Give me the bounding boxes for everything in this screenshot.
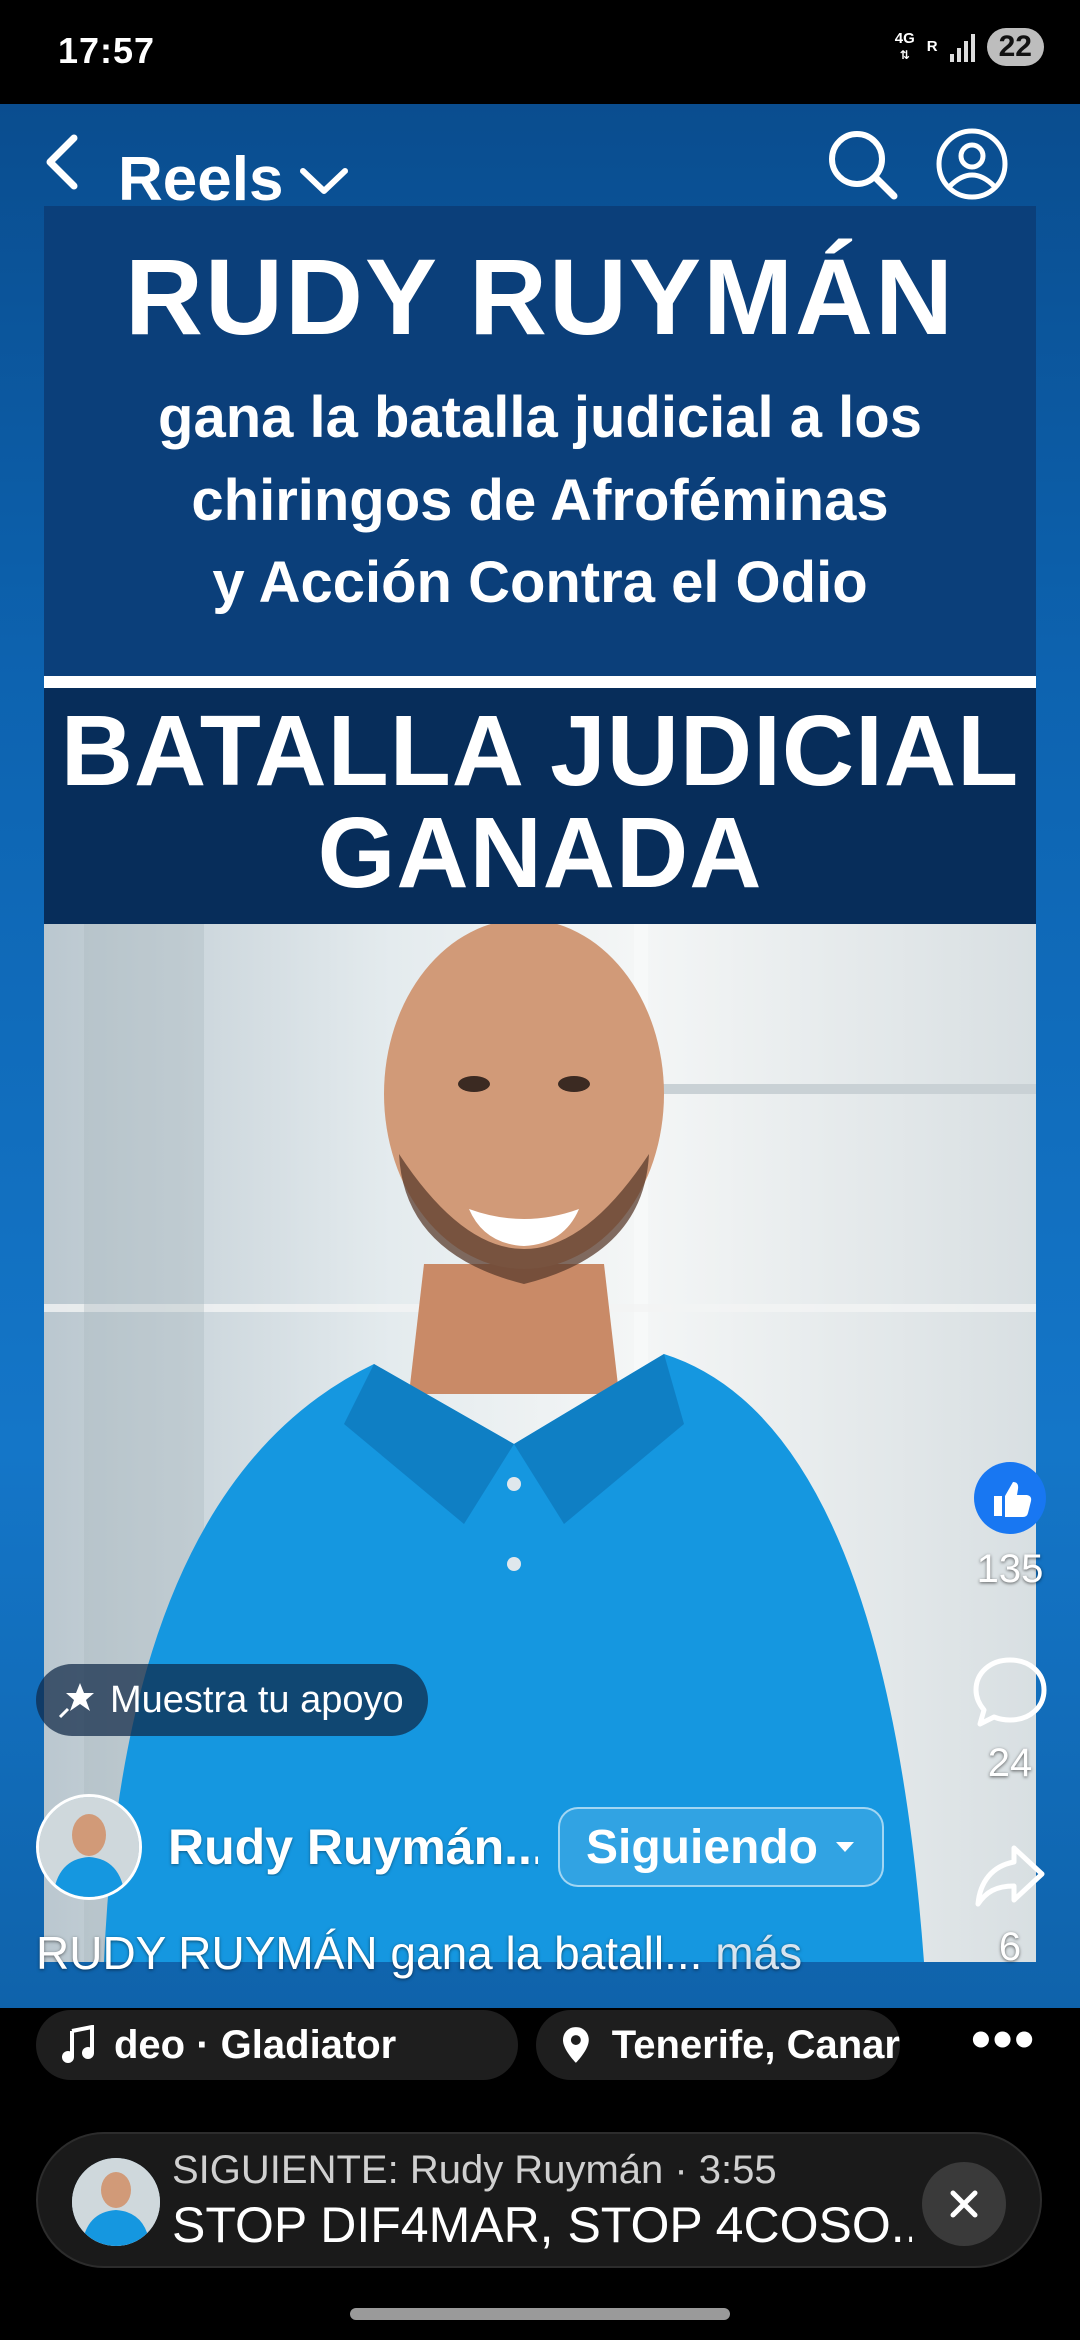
back-arrow-icon — [46, 134, 78, 190]
back-button[interactable] — [36, 126, 96, 196]
next-up-bar[interactable]: SIGUIENTE: Rudy Ruymán · 3:55 STOP DIF4M… — [36, 2132, 1042, 2268]
author-name[interactable]: Rudy Ruymán... — [168, 1818, 538, 1876]
next-title: STOP DIF4MAR, STOP 4COSO... — [172, 2197, 912, 2253]
reels-selector[interactable]: Reels — [118, 144, 351, 215]
poster-banner-line: GANADA — [317, 797, 763, 909]
network-type: 4G — [894, 30, 915, 47]
share-count: 6 — [998, 1925, 1022, 1969]
caption-more-link[interactable]: más — [715, 1927, 802, 1979]
status-indicators: 4G ⇅ R 22 — [895, 28, 1044, 66]
support-label: Muestra tu apoyo — [110, 1678, 404, 1721]
avatar-image — [39, 1797, 139, 1897]
next-label: SIGUIENTE: Rudy Ruymán · 3:55 — [172, 2148, 777, 2192]
share-action[interactable]: 6 — [960, 1838, 1060, 1970]
poster-title: RUDY RUYMÁN — [124, 236, 956, 357]
battery-badge: 22 — [986, 28, 1044, 66]
reels-top-bar: Reels — [0, 104, 1080, 224]
poster-banner-line: BATALLA JUDICIAL — [60, 695, 1020, 807]
profile-button[interactable] — [934, 126, 1010, 202]
poster-banner: BATALLA JUDICIAL GANADA — [44, 688, 1036, 924]
reel-viewer[interactable]: Reels RUDY RUYMÁN gana la batalla judici… — [0, 104, 1080, 2024]
search-icon — [829, 131, 898, 200]
chevron-down-icon — [300, 167, 349, 194]
comment-icon — [973, 1657, 1047, 1727]
home-indicator[interactable] — [350, 2308, 730, 2320]
next-avatar — [72, 2158, 160, 2246]
next-video-thumbnail — [72, 2158, 160, 2246]
like-icon — [974, 1462, 1046, 1534]
roaming-label: R — [926, 38, 938, 55]
poster-subtitle-line: y Acción Contra el Odio — [212, 550, 868, 616]
star-burst-icon — [58, 1683, 94, 1719]
status-time: 17:57 — [58, 30, 156, 71]
comment-action[interactable]: 24 — [960, 1654, 1060, 1786]
poster-subtitle: gana la batalla judicial a los chiringos… — [44, 377, 1036, 624]
close-button[interactable] — [922, 2162, 1006, 2246]
comment-count: 24 — [987, 1741, 1033, 1785]
following-button[interactable]: Siguiendo — [558, 1807, 884, 1887]
poster-divider — [44, 676, 1036, 688]
location-pill[interactable]: Tenerife, Canar — [536, 2010, 900, 2080]
audio-pill[interactable]: deo · Gladiator — [36, 2010, 518, 2080]
status-bar: 17:57 4G ⇅ R 22 — [0, 0, 1080, 104]
caption[interactable]: RUDY RUYMÁN gana la batall... más — [36, 1926, 802, 1980]
location-pin-icon — [562, 2027, 589, 2063]
following-label: Siguiendo — [586, 1820, 818, 1874]
more-options-icon[interactable]: ••• — [971, 2011, 1036, 2067]
like-action[interactable]: 135 — [960, 1460, 1060, 1592]
caption-text: RUDY RUYMÁN gana la batall... — [36, 1927, 703, 1979]
poster-subtitle-line: gana la batalla judicial a los — [158, 385, 922, 451]
support-button[interactable]: Muestra tu apoyo — [36, 1664, 428, 1736]
poster-subtitle-line: chiringos de Afroféminas — [191, 467, 889, 533]
caret-down-icon — [835, 1842, 854, 1852]
poster-header: RUDY RUYMÁN gana la batalla judicial a l… — [44, 206, 1036, 676]
reel-info-row: deo · Gladiator Tenerife, Canar ••• — [0, 2008, 1080, 2084]
roaming-indicator: R — [927, 39, 938, 55]
location-label: Tenerife, Canar — [611, 2022, 900, 2067]
audio-label: deo · Gladiator — [114, 2022, 397, 2067]
signal-icon — [949, 32, 975, 62]
network-arrows-icon: ⇅ — [899, 48, 910, 62]
share-icon — [975, 1845, 1045, 1907]
network-indicator: 4G ⇅ — [895, 31, 915, 63]
avatar[interactable] — [36, 1794, 142, 1900]
author-row: Rudy Ruymán... Siguiendo — [36, 1794, 884, 1900]
reels-title: Reels — [118, 145, 284, 214]
search-button[interactable] — [824, 126, 900, 202]
close-icon — [950, 2190, 978, 2218]
profile-icon — [936, 128, 1008, 200]
like-count: 135 — [976, 1547, 1044, 1591]
music-note-icon — [62, 2025, 94, 2063]
